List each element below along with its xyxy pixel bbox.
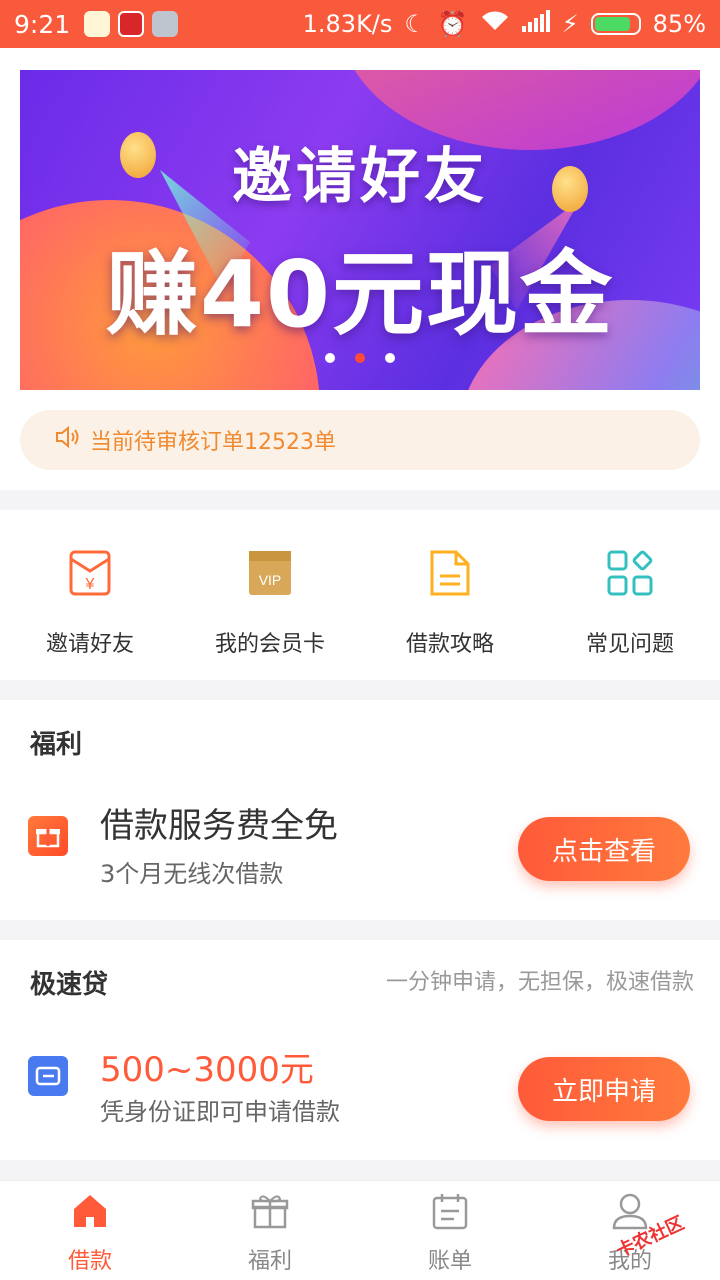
menu-label: 借款攻略 [405, 632, 494, 657]
tab-label: 借款 [67, 1249, 112, 1274]
welfare-main-text: 借款服务费全免 [100, 806, 338, 846]
moon-icon: ☾ [404, 10, 426, 38]
loan-sub-text: 凭身份证即可申请借款 [100, 1098, 340, 1126]
network-speed: 1.83K/s [302, 10, 393, 38]
section-subtitle: 一分钟申请，无担保，极速借款 [385, 970, 694, 995]
loan-amount: 500~3000元 [100, 1050, 314, 1090]
status-bar: 9:21 1.83K/s ☾ ⏰ ⚡ 85% [0, 0, 720, 48]
carousel-dots [20, 353, 700, 363]
tab-loan[interactable]: 借款 [0, 1181, 180, 1280]
apply-now-button[interactable]: 立即申请 [518, 1057, 690, 1121]
welfare-section: 福利 借款服务费全免 3个月无线次借款 点击查看 [0, 700, 720, 920]
alarm-icon: ⏰ [437, 10, 468, 38]
tab-bills[interactable]: 账单 [360, 1181, 540, 1280]
carousel-dot-active[interactable] [355, 353, 365, 363]
pending-orders-notice[interactable]: 当前待审核订单12523单 [20, 410, 700, 470]
quick-menu: ¥ 邀请好友 VIP 我的会员卡 借款攻略 常见问题 [0, 510, 720, 680]
calendar-icon [430, 1191, 470, 1235]
promo-banner[interactable]: 邀请好友 赚40元现金 [20, 70, 700, 390]
gift-icon [28, 816, 68, 856]
menu-item-faq[interactable]: 常见问题 [540, 510, 720, 680]
document-icon [425, 548, 475, 598]
view-details-button[interactable]: 点击查看 [518, 817, 690, 881]
menu-item-loan-guide[interactable]: 借款攻略 [360, 510, 540, 680]
menu-label: 常见问题 [585, 632, 674, 657]
notification-app-icon [152, 11, 179, 37]
speaker-icon [54, 425, 90, 455]
menu-label: 邀请好友 [45, 632, 134, 657]
svg-text:¥: ¥ [85, 576, 95, 593]
menu-item-vip-card[interactable]: VIP 我的会员卡 [180, 510, 360, 680]
menu-label: 我的会员卡 [214, 632, 325, 657]
home-icon [70, 1191, 110, 1235]
battery-icon [590, 13, 641, 35]
carousel-dot[interactable] [325, 353, 335, 363]
notification-app-icon [84, 11, 111, 37]
tab-welfare[interactable]: 福利 [180, 1181, 360, 1280]
banner-section: 邀请好友 赚40元现金 当前待审核订单12523单 [0, 48, 720, 490]
battery-percent: 85% [652, 10, 706, 38]
wallet-icon [28, 1056, 68, 1096]
red-envelope-icon: ¥ [65, 548, 115, 598]
banner-title: 邀请好友 [232, 142, 488, 212]
notification-app-icon [118, 11, 145, 37]
signal-icon [521, 10, 550, 38]
notice-text: 当前待审核订单12523单 [90, 430, 336, 455]
menu-item-invite[interactable]: ¥ 邀请好友 [0, 510, 180, 680]
gift-icon [250, 1191, 290, 1235]
charging-icon: ⚡ [561, 10, 579, 38]
tab-label: 福利 [247, 1249, 292, 1274]
watermark-text: 卡农社区 [613, 1212, 688, 1263]
wifi-icon [480, 10, 510, 38]
section-title: 极速贷 [30, 970, 109, 1000]
tab-label: 账单 [427, 1249, 472, 1274]
vip-card-icon: VIP [245, 548, 295, 598]
status-time: 9:21 [14, 9, 71, 39]
section-title: 福利 [30, 730, 83, 760]
quick-loan-section: 极速贷 一分钟申请，无担保，极速借款 500~3000元 凭身份证即可申请借款 … [0, 940, 720, 1160]
grid-icon [605, 548, 655, 598]
carousel-dot[interactable] [385, 353, 395, 363]
banner-subtitle: 赚40元现金 [105, 241, 615, 348]
welfare-sub-text: 3个月无线次借款 [100, 860, 284, 888]
svg-text:VIP: VIP [259, 572, 282, 588]
